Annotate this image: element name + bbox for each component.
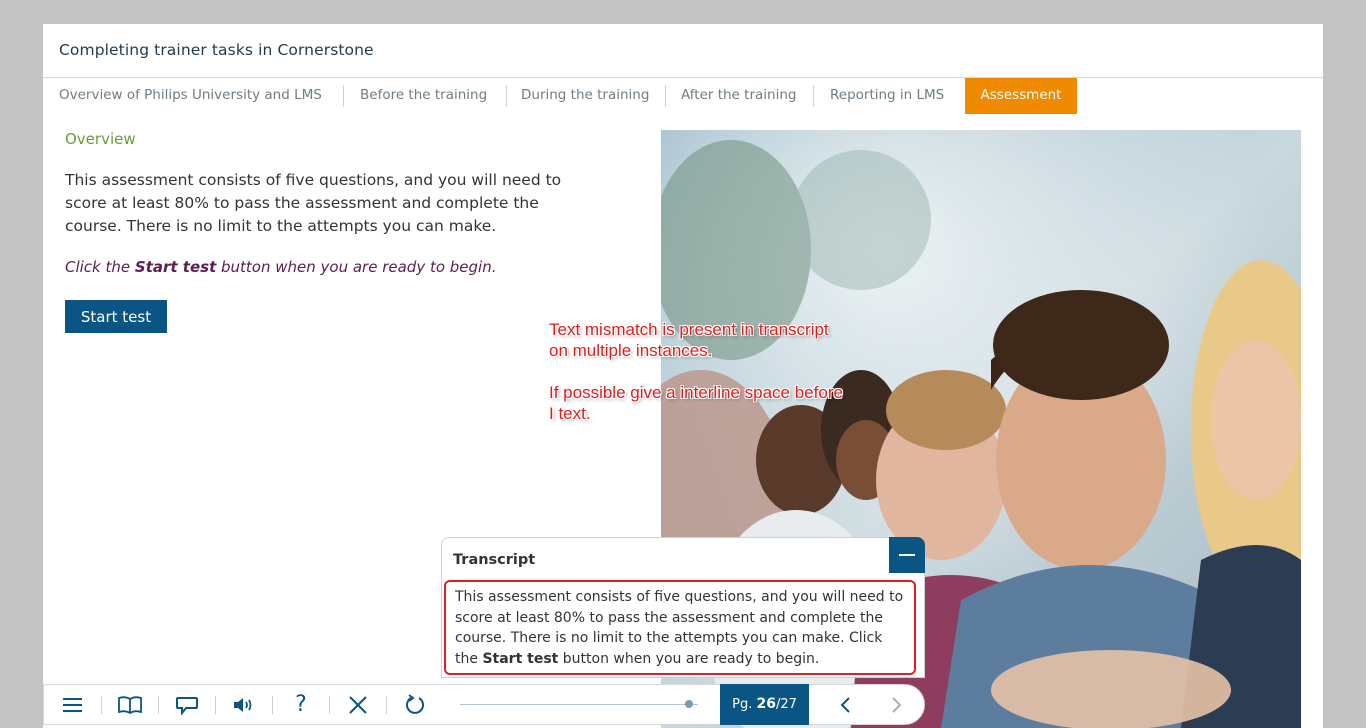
- course-title: Completing trainer tasks in Cornerstone: [59, 41, 374, 59]
- tab-divider: [665, 85, 666, 107]
- tab-reporting[interactable]: Reporting in LMS: [830, 78, 944, 114]
- close-icon: [349, 695, 367, 714]
- instruction-post: button when you are ready to begin.: [216, 258, 497, 276]
- minus-icon: [899, 554, 915, 556]
- player-toolbar: ? Pg. 26/27: [43, 684, 925, 725]
- next-page-button[interactable]: [882, 685, 912, 724]
- menu-button[interactable]: [45, 685, 101, 724]
- overview-heading: Overview: [65, 130, 136, 148]
- transcript-body-end: button when you are ready to begin.: [558, 650, 820, 667]
- page-current: 26: [756, 696, 776, 712]
- exit-button[interactable]: [330, 685, 386, 724]
- collapse-transcript-button[interactable]: [889, 537, 925, 573]
- transcript-title: Transcript: [453, 552, 536, 568]
- chat-icon: [176, 696, 198, 715]
- annotation-line-2: If possible give a interline space befor…: [549, 383, 843, 423]
- tab-assessment[interactable]: Assessment: [965, 78, 1077, 114]
- tab-divider: [506, 85, 507, 107]
- tab-divider: [343, 85, 344, 107]
- instruction-pre: Click the: [65, 258, 135, 276]
- progress-handle[interactable]: [685, 700, 694, 708]
- page-total: /27: [775, 697, 797, 712]
- tab-after-training[interactable]: After the training: [681, 78, 796, 114]
- tab-overview[interactable]: Overview of Philips University and LMS: [59, 78, 322, 114]
- tab-bar: Overview of Philips University and LMS B…: [43, 78, 1323, 114]
- start-test-button[interactable]: Start test: [65, 300, 167, 333]
- previous-page-button[interactable]: [830, 685, 860, 724]
- tab-before-training[interactable]: Before the training: [360, 78, 487, 114]
- review-annotation: Text mismatch is present in transcript o…: [549, 319, 849, 445]
- glossary-button[interactable]: [102, 685, 158, 724]
- refresh-icon: [406, 693, 424, 714]
- restart-button[interactable]: [387, 685, 443, 724]
- title-bar: Completing trainer tasks in Cornerstone: [43, 24, 1323, 78]
- tab-divider: [813, 85, 814, 107]
- menu-icon: [63, 697, 82, 712]
- book-icon: [118, 695, 142, 714]
- instruction-bold: Start test: [134, 258, 217, 276]
- progress-track[interactable]: [460, 704, 698, 705]
- help-button[interactable]: ?: [273, 685, 329, 724]
- page-prefix: Pg.: [732, 697, 757, 712]
- chevron-left-icon: [840, 696, 850, 713]
- help-icon: ?: [295, 692, 307, 717]
- transcript-text: This assessment consists of five questio…: [444, 580, 916, 675]
- transcript-panel: Transcript This assessment consists of f…: [441, 537, 925, 678]
- transcript-bold: Start test: [482, 650, 559, 667]
- page-indicator: Pg. 26/27: [720, 684, 809, 725]
- audio-icon: [234, 697, 252, 712]
- instruction-text: Click the Start test button when you are…: [65, 258, 565, 276]
- audio-button[interactable]: [216, 685, 272, 724]
- intro-paragraph: This assessment consists of five questio…: [65, 171, 562, 235]
- annotation-line-1: Text mismatch is present in transcript o…: [549, 320, 829, 360]
- chevron-right-icon: [892, 696, 902, 713]
- tab-during-training[interactable]: During the training: [521, 78, 649, 114]
- comments-button[interactable]: [159, 685, 215, 724]
